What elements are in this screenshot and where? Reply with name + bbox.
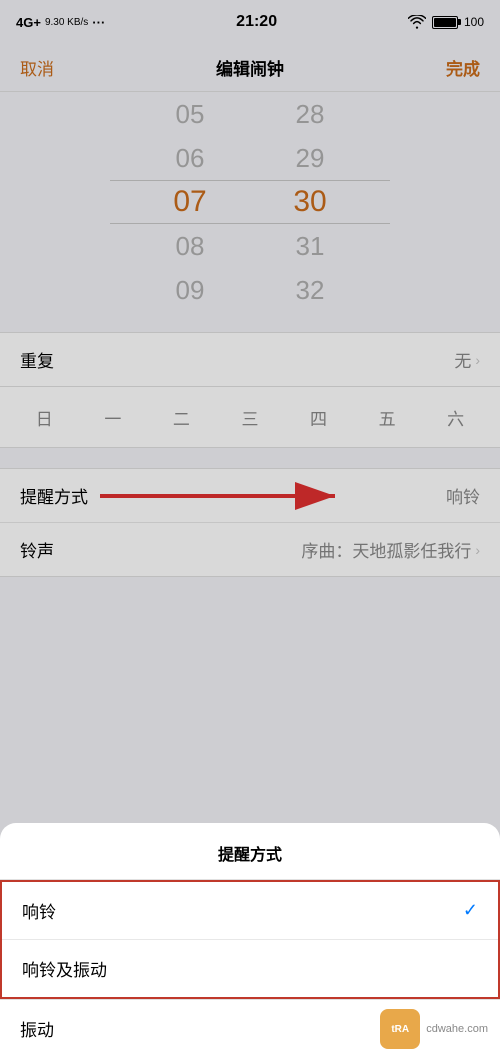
option-vibrate-label: 振动 xyxy=(20,1016,54,1041)
watermark-logo: tRA xyxy=(380,1009,420,1049)
sheet-options-bordered: 响铃 ✓ 响铃及振动 xyxy=(0,880,500,999)
bottom-sheet-backdrop: 提醒方式 响铃 ✓ 响铃及振动 振动 xyxy=(0,0,500,1057)
sheet-title-row: 提醒方式 xyxy=(0,823,500,880)
option-ring[interactable]: 响铃 ✓ xyxy=(2,882,498,940)
check-icon: ✓ xyxy=(463,900,478,921)
watermark: tRA cdwahe.com xyxy=(380,1009,488,1049)
sheet-title: 提醒方式 xyxy=(218,847,282,864)
option-ring-vibrate[interactable]: 响铃及振动 xyxy=(2,940,498,997)
option-ring-vibrate-label: 响铃及振动 xyxy=(22,956,107,981)
watermark-site: cdwahe.com xyxy=(426,1023,488,1035)
watermark-logo-text: tRA xyxy=(391,1024,409,1035)
option-ring-label: 响铃 xyxy=(22,898,56,923)
